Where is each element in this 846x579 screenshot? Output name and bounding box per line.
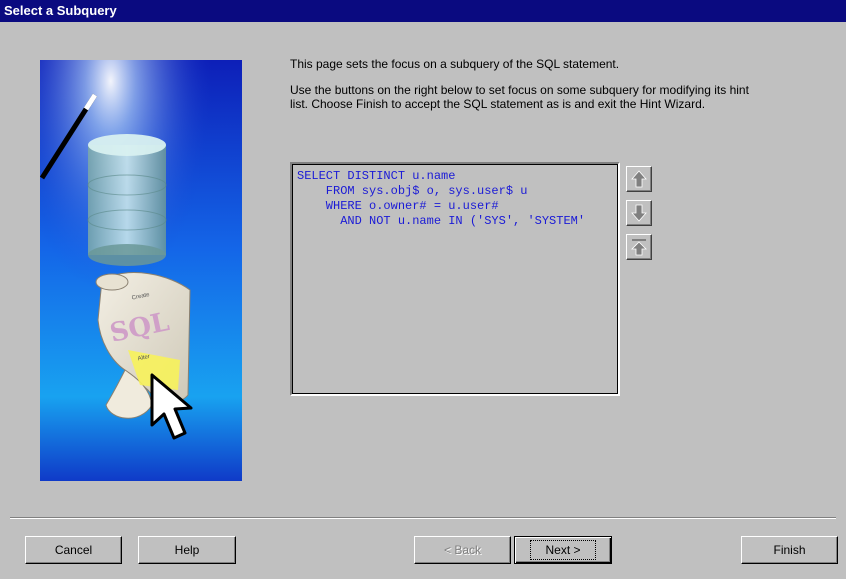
back-button-label: < Back [443,543,482,557]
sql-statement-view[interactable]: SELECT DISTINCT u.name FROM sys.obj$ o, … [290,162,620,396]
cancel-button[interactable]: Cancel [25,536,122,564]
wizard-illustration: SQL Create Alter [40,60,242,481]
cancel-button-label: Cancel [54,543,93,557]
page-description: This page sets the focus on a subquery o… [290,57,790,111]
button-separator [10,517,836,519]
next-button-label: Next > [530,540,596,560]
finish-button[interactable]: Finish [741,536,838,564]
help-button-label: Help [174,543,200,557]
finish-button-label: Finish [773,543,806,557]
move-down-button[interactable] [626,200,652,226]
arrow-to-top-icon [631,239,647,256]
dialog-title: Select a Subquery [0,0,846,22]
arrow-down-icon [631,204,647,222]
description-line-2: Use the buttons on the right below to se… [290,83,749,111]
move-to-top-button[interactable] [626,234,652,260]
description-line-1: This page sets the focus on a subquery o… [290,57,620,71]
help-button[interactable]: Help [138,536,236,564]
back-button[interactable]: < Back [414,536,511,564]
arrow-up-icon [631,170,647,188]
sql-statement-text: SELECT DISTINCT u.name FROM sys.obj$ o, … [297,169,586,228]
move-up-button[interactable] [626,166,652,192]
hint-wizard-dialog: Select a Subquery SQL Create Alter This … [0,0,846,579]
next-button[interactable]: Next > [514,536,612,564]
